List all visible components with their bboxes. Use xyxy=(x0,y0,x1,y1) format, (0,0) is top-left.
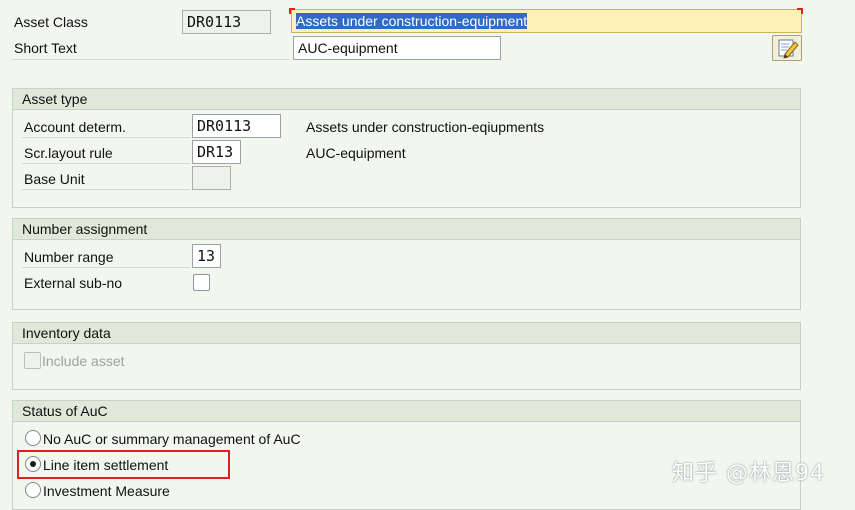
number-range-underline xyxy=(22,267,190,268)
scr-layout-rule-description: AUC-equipment xyxy=(306,145,406,161)
edit-pencil-icon xyxy=(778,39,799,59)
scr-layout-rule-field[interactable]: DR13 xyxy=(192,140,241,164)
short-text-label: Short Text xyxy=(14,40,77,56)
watermark-text: 知乎 @林恩94 xyxy=(672,461,825,486)
annotation-highlight-box xyxy=(17,450,230,479)
number-range-field[interactable]: 13 xyxy=(192,244,221,268)
asset-class-label: Asset Class xyxy=(14,14,88,30)
base-unit-field[interactable] xyxy=(192,166,231,190)
radio-no-auc[interactable] xyxy=(25,430,41,446)
asset-class-field: DR0113 xyxy=(182,10,271,34)
asset-type-group: Asset type xyxy=(12,88,801,208)
status-of-auc-title: Status of AuC xyxy=(13,401,800,422)
inventory-data-title: Inventory data xyxy=(13,323,800,344)
required-marker-right xyxy=(797,8,803,14)
radio-investment-measure[interactable] xyxy=(25,482,41,498)
base-unit-label: Base Unit xyxy=(24,171,85,187)
scr-layout-rule-label: Scr.layout rule xyxy=(24,145,113,161)
number-range-label: Number range xyxy=(24,249,114,265)
account-determ-description: Assets under construction-eqiupments xyxy=(306,119,545,135)
radio-investment-measure-label: Investment Measure xyxy=(43,483,170,499)
scr-layout-underline xyxy=(22,163,190,164)
external-subno-label: External sub-no xyxy=(24,275,123,291)
asset-type-title: Asset type xyxy=(13,89,800,110)
base-unit-underline xyxy=(22,189,190,190)
asset-class-description-text: Assets under construction-equipment xyxy=(296,13,528,29)
account-determ-field[interactable]: DR0113 xyxy=(192,114,281,138)
required-marker-left xyxy=(289,8,295,14)
short-text-underline xyxy=(12,59,290,60)
short-text-field[interactable]: AUC-equipment xyxy=(293,36,501,60)
edit-button[interactable] xyxy=(772,35,802,61)
number-assignment-title: Number assignment xyxy=(13,219,800,240)
account-determ-underline xyxy=(22,137,190,138)
include-asset-label: Include asset xyxy=(42,353,125,369)
number-assignment-group: Number assignment xyxy=(12,218,801,310)
account-determ-label: Account determ. xyxy=(24,119,126,135)
external-subno-checkbox[interactable] xyxy=(193,274,210,291)
radio-no-auc-label: No AuC or summary management of AuC xyxy=(43,431,301,447)
include-asset-checkbox xyxy=(24,352,41,369)
asset-class-description-field[interactable]: Assets under construction-equipment xyxy=(291,9,802,33)
inventory-data-group: Inventory data xyxy=(12,322,801,390)
